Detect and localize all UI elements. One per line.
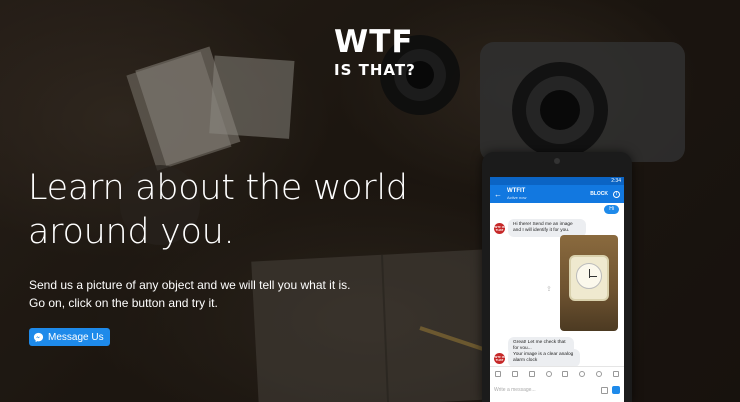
phone-camera — [554, 158, 560, 164]
alarm-clock-image — [569, 255, 609, 301]
camera-icon[interactable] — [512, 370, 519, 377]
chat-app-bar: ← WTFIT Active now BLOCK i — [490, 185, 624, 203]
headline-line-2: around you. — [28, 212, 235, 252]
chat-thread: Hi WTF IS THAT Hi there! Send me an imag… — [490, 203, 624, 373]
phone-mockup: 2:34 ← WTFIT Active now BLOCK i Hi WTF I… — [482, 152, 632, 402]
message-us-label: Message Us — [48, 331, 104, 343]
message-us-button[interactable]: Message Us — [29, 328, 110, 346]
chat-title: WTFIT — [507, 188, 526, 194]
like-icon[interactable] — [612, 386, 620, 394]
share-icon[interactable]: ⇪ — [546, 285, 552, 293]
hero-description: Send us a picture of any object and we w… — [29, 276, 351, 312]
status-time: 2:34 — [611, 178, 621, 184]
more-icon[interactable] — [612, 370, 619, 377]
message-input[interactable]: Write a message... — [494, 387, 597, 393]
message-me-hi: Hi — [604, 205, 619, 214]
logo-main-text: WTF — [334, 24, 414, 60]
sent-photo-alarm-clock[interactable] — [560, 235, 618, 331]
messenger-icon — [33, 332, 44, 342]
gallery-icon[interactable] — [528, 370, 535, 377]
bot-avatar: WTF IS THAT — [494, 223, 505, 234]
description-line-1: Send us a picture of any object and we w… — [29, 278, 351, 292]
message-composer[interactable]: Write a message... — [490, 382, 624, 398]
chat-subtitle: Active now — [507, 195, 527, 200]
headline-line-1: Learn about the world — [28, 168, 408, 208]
phone-screen: 2:34 ← WTFIT Active now BLOCK i Hi WTF I… — [490, 177, 624, 402]
emoji-icon[interactable] — [545, 370, 552, 377]
composer-toolbar — [490, 366, 624, 380]
keyboard-icon[interactable] — [495, 370, 502, 377]
gif-icon[interactable] — [562, 370, 569, 377]
status-bar: 2:34 — [490, 177, 624, 185]
message-bot-result: Your image is a clear analog alarm clock — [508, 349, 580, 367]
location-icon[interactable] — [595, 370, 602, 377]
hero-headline: Learn about the world around you. — [28, 166, 408, 254]
logo-sub-text: IS THAT? — [334, 61, 416, 79]
image-icon[interactable] — [601, 386, 608, 394]
logo: WTF IS THAT? — [334, 26, 416, 79]
microphone-icon[interactable] — [579, 370, 586, 377]
bot-avatar-2: WTF IS THAT — [494, 353, 505, 364]
description-line-2: Go on, click on the button and try it. — [29, 296, 218, 310]
info-icon[interactable]: i — [613, 190, 620, 198]
block-button[interactable]: BLOCK — [590, 191, 608, 197]
back-arrow-icon[interactable]: ← — [494, 190, 502, 199]
